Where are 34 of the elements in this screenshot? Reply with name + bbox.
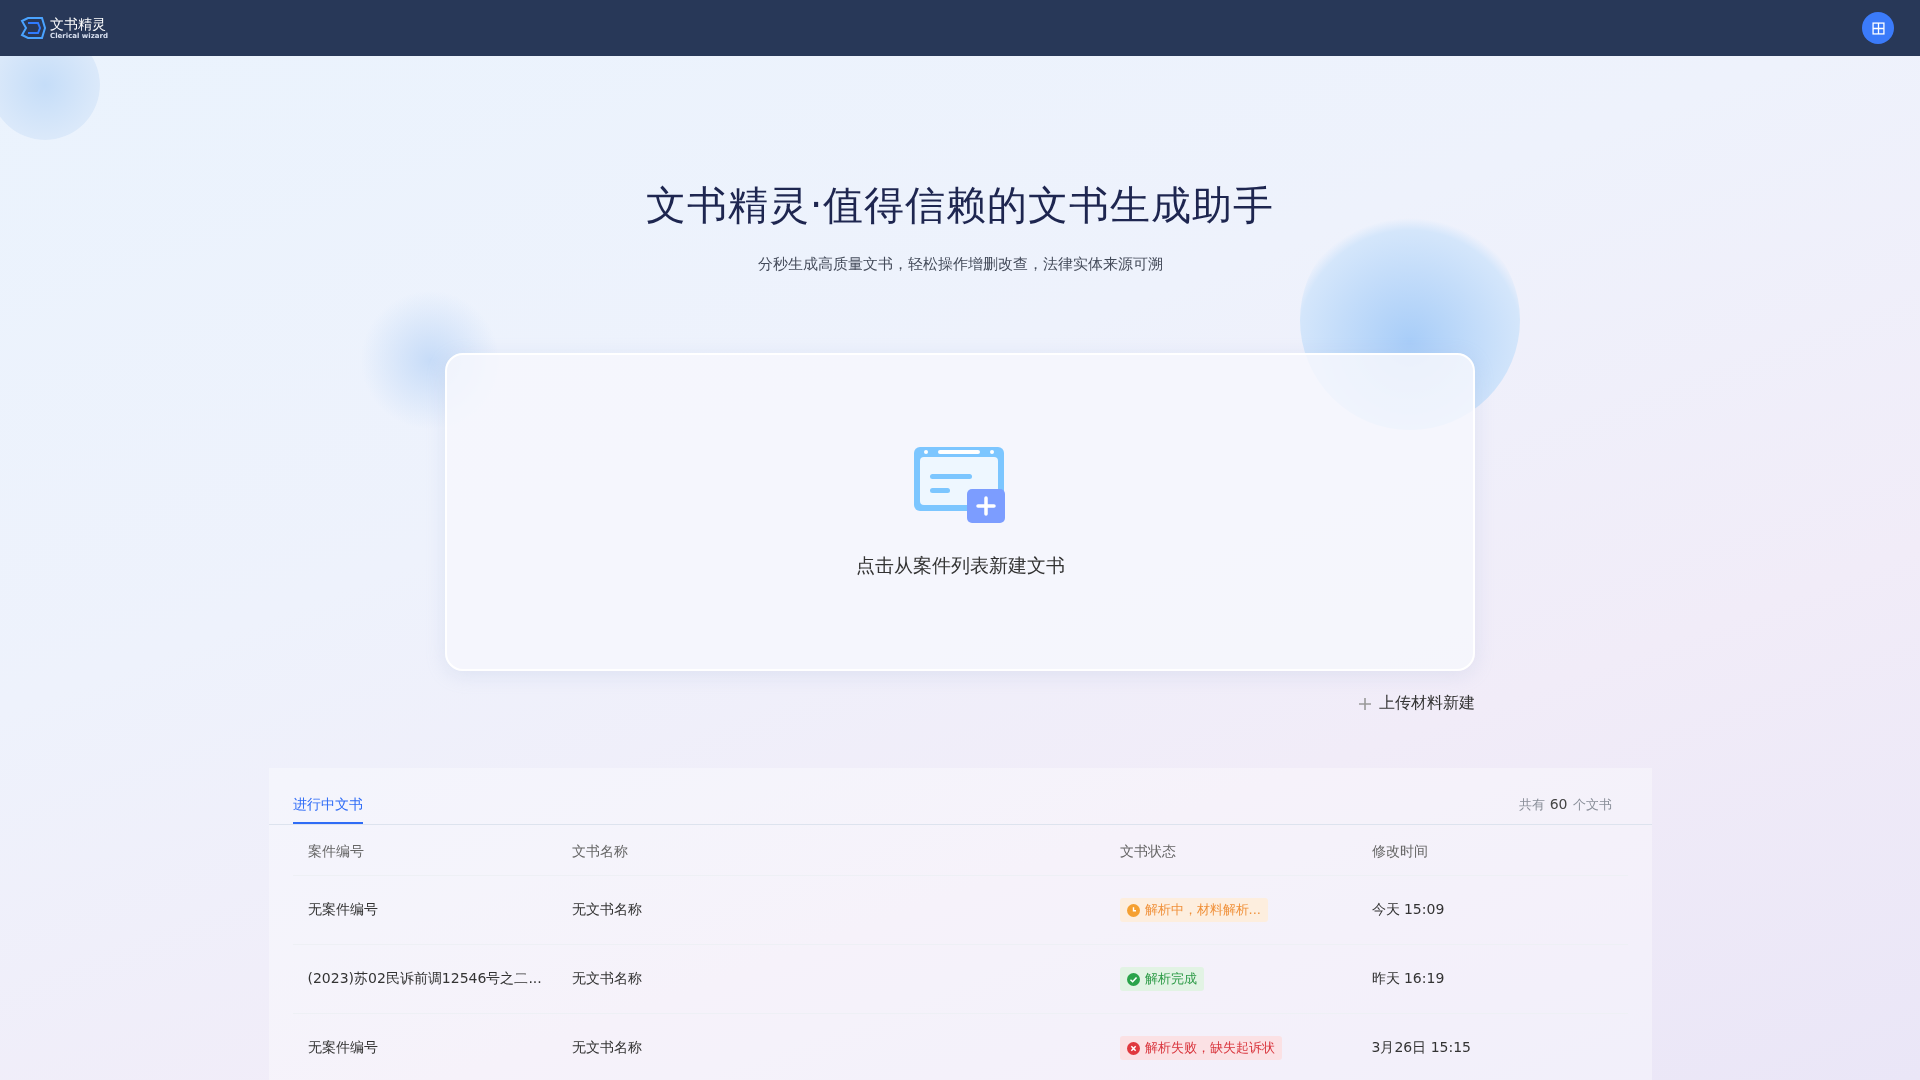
status-tag: 解析完成 bbox=[1119, 967, 1204, 991]
count-prefix: 共有 bbox=[1518, 796, 1545, 814]
hero-subtitle: 分秒生成高质量文书，轻松操作增删改查，法律实体来源可溯 bbox=[757, 255, 1163, 274]
table-cell-text: 昨天 16:19 bbox=[1371, 970, 1446, 988]
document-add-icon bbox=[914, 447, 1006, 525]
logo-icon bbox=[20, 17, 46, 39]
table-cell-text: (2023)苏02民诉前调12546号之二... bbox=[307, 970, 543, 988]
table-cell-text: 3月26日 15:15 bbox=[1371, 1039, 1473, 1057]
table-cell-text: 无文书名称 bbox=[571, 901, 643, 919]
table-cell-text: 无案件编号 bbox=[307, 901, 379, 919]
hero-title: 文书精灵·值得信赖的文书生成助手 bbox=[645, 181, 1275, 230]
create-from-case-list-label: 点击从案件列表新建文书 bbox=[855, 553, 1065, 578]
create-document-card[interactable]: 点击从案件列表新建文书 bbox=[445, 353, 1475, 671]
table-cell-text: 无文书名称 bbox=[571, 1039, 643, 1057]
status-tag: 解析中，材料解析... bbox=[1119, 898, 1268, 922]
clock-icon bbox=[1126, 903, 1140, 917]
grid-icon bbox=[1871, 21, 1885, 35]
check-icon bbox=[1126, 972, 1140, 986]
table-cell-text: 今天 15:09 bbox=[1371, 901, 1446, 919]
grid-avatar-button[interactable] bbox=[1862, 12, 1894, 44]
table-cell-text: 无案件编号 bbox=[307, 1039, 379, 1057]
documents-tab[interactable]: 进行中文书 bbox=[292, 796, 363, 824]
column-header: 案件编号 bbox=[307, 843, 365, 861]
status-tag: 解析失败，缺失起诉状 bbox=[1119, 1036, 1282, 1060]
count-suffix: 个文书 bbox=[1572, 796, 1612, 814]
logo-title: 文书精灵 bbox=[50, 16, 107, 31]
column-header: 修改时间 bbox=[1371, 843, 1429, 861]
column-header: 文书状态 bbox=[1119, 843, 1177, 861]
column-header: 文书名称 bbox=[571, 843, 629, 861]
upload-materials-link[interactable]: 上传材料新建 bbox=[1359, 693, 1475, 714]
document-count: 60 bbox=[1549, 796, 1568, 814]
error-icon bbox=[1126, 1041, 1140, 1055]
table-cell-text: 无文书名称 bbox=[571, 970, 643, 988]
plus-icon bbox=[1359, 697, 1371, 710]
